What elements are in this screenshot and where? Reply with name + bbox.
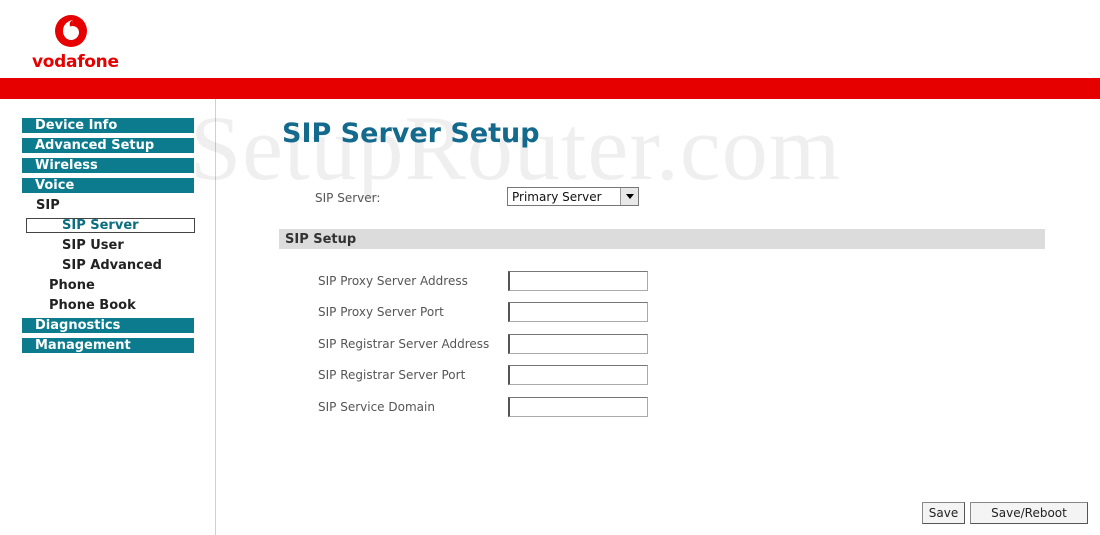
registrar-address-label: SIP Registrar Server Address <box>318 337 490 351</box>
menu-sip-advanced[interactable]: SIP Advanced <box>22 258 194 273</box>
vodafone-logo-icon <box>55 15 87 47</box>
proxy-address-label: SIP Proxy Server Address <box>318 274 468 288</box>
sip-server-label: SIP Server: <box>315 191 381 205</box>
proxy-port-label: SIP Proxy Server Port <box>318 305 444 319</box>
section-title: SIP Setup <box>285 232 357 247</box>
menu-management[interactable]: Management <box>22 338 194 353</box>
registrar-port-label: SIP Registrar Server Port <box>318 368 466 382</box>
page-title: SIP Server Setup <box>282 118 540 149</box>
menu-device-info[interactable]: Device Info <box>22 118 194 133</box>
menu-voice[interactable]: Voice <box>22 178 194 193</box>
sip-server-select-value: Primary Server <box>512 190 602 204</box>
menu-sip-user[interactable]: SIP User <box>22 238 194 253</box>
sidebar: Device Info Advanced Setup Wireless Voic… <box>0 99 216 535</box>
save-reboot-button[interactable]: Save/Reboot <box>970 502 1088 524</box>
chevron-down-icon[interactable] <box>620 188 638 205</box>
registrar-port-input[interactable] <box>508 365 648 385</box>
header: vodafone <box>0 0 1100 78</box>
proxy-address-input[interactable] <box>508 271 648 291</box>
menu-wireless[interactable]: Wireless <box>22 158 194 173</box>
menu-advanced-setup[interactable]: Advanced Setup <box>22 138 194 153</box>
service-domain-input[interactable] <box>508 397 648 417</box>
save-button[interactable]: Save <box>922 502 965 524</box>
logo-text: vodafone <box>32 52 119 72</box>
menu-diagnostics[interactable]: Diagnostics <box>22 318 194 333</box>
proxy-port-input[interactable] <box>508 302 648 322</box>
service-domain-label: SIP Service Domain <box>318 400 435 414</box>
sip-server-select[interactable]: Primary Server <box>507 187 639 206</box>
menu-phone[interactable]: Phone <box>22 278 194 293</box>
menu-sip[interactable]: SIP <box>22 198 194 213</box>
sidebar-menu: Device Info Advanced Setup Wireless Voic… <box>22 118 195 358</box>
vodafone-logo[interactable]: vodafone <box>32 14 122 74</box>
section-header: SIP Setup <box>279 229 1045 249</box>
menu-sip-server[interactable]: SIP Server <box>26 218 195 233</box>
registrar-address-input[interactable] <box>508 334 648 354</box>
menu-phone-book[interactable]: Phone Book <box>22 298 194 313</box>
